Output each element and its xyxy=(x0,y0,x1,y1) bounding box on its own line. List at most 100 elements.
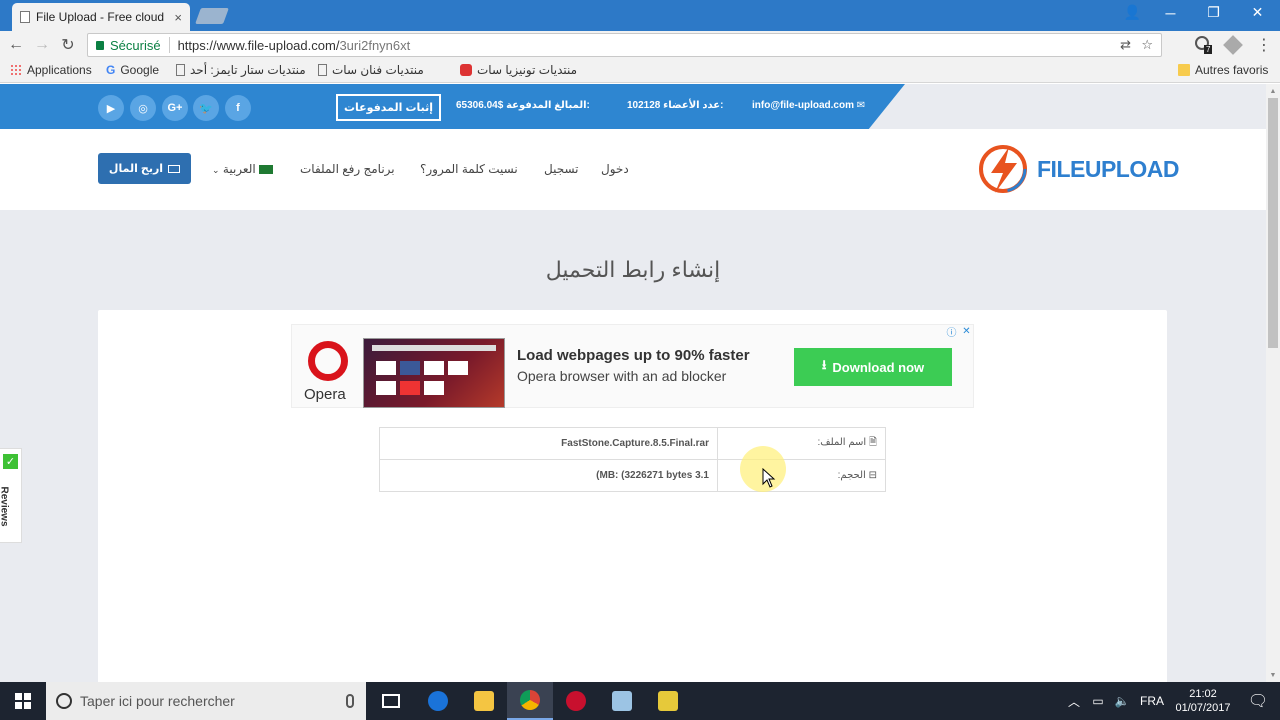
extension-icon[interactable]: 7 xyxy=(1195,36,1213,54)
bookmark-apps[interactable]: Applications xyxy=(10,63,92,77)
file-icon: 🗎 xyxy=(868,437,877,448)
url-path: 3uri2fnyn6xt xyxy=(339,37,411,53)
ad-image-tile xyxy=(376,361,396,375)
ad-controls: ⓘ ✕ xyxy=(945,325,973,339)
address-bar[interactable]: Sécurisé https://www.file-upload.com/ 3u… xyxy=(87,33,1162,57)
instagram-icon[interactable]: ◎ xyxy=(130,95,156,121)
bookmark-item[interactable]: منتديات تونيزيا سات xyxy=(460,63,577,77)
file-size-value: (MB: (3226271 bytes 3.1 xyxy=(379,459,718,492)
windows-logo-icon xyxy=(15,693,31,709)
youtube-icon[interactable]: ▶ xyxy=(98,95,124,121)
microphone-icon[interactable] xyxy=(346,694,354,708)
ad-info-icon[interactable]: ⓘ xyxy=(945,325,958,339)
browser-tab-strip: File Upload - Free cloud × 👤 ─ ❐ ✕ xyxy=(0,0,1280,31)
page-icon xyxy=(20,11,30,23)
bookmark-item[interactable]: منتديات ستار تايمز: أحد xyxy=(176,63,306,77)
contact-email[interactable]: info@file-upload.com ✉ xyxy=(752,100,865,111)
clock[interactable]: 21:02 01/07/2017 xyxy=(1170,687,1236,715)
nav-forgot-password[interactable]: نسيت كلمة المرور؟ xyxy=(420,162,518,176)
ad-image-bar xyxy=(372,345,496,351)
extension-badge: 7 xyxy=(1204,45,1213,54)
taskbar-search-input[interactable]: Taper ici pour rechercher xyxy=(46,682,366,720)
reviews-widget[interactable]: ✓ Reviews xyxy=(0,448,22,543)
ad-headline: Load webpages up to 90% faster xyxy=(517,347,750,364)
bookmark-google[interactable]: G Google xyxy=(106,63,159,77)
start-button[interactable] xyxy=(0,682,46,720)
download-label: Download now xyxy=(832,359,925,375)
notepad-icon[interactable] xyxy=(599,682,645,720)
chevron-up-icon[interactable]: ︿ xyxy=(1062,693,1086,710)
file-explorer-icon[interactable] xyxy=(461,682,507,720)
notifications-icon[interactable]: 🗨 xyxy=(1236,691,1280,711)
tab-title: File Upload - Free cloud xyxy=(36,10,165,24)
vertical-scrollbar[interactable]: ▲ ▼ xyxy=(1266,84,1280,682)
tab-close-icon[interactable]: × xyxy=(174,10,182,25)
creative-cloud-icon[interactable] xyxy=(553,682,599,720)
bookmark-item[interactable]: منتديات فنان سات xyxy=(318,63,424,77)
members-count: 102128 عدد الأعضاء: xyxy=(627,100,724,111)
nav-login[interactable]: دخول xyxy=(601,162,629,176)
language-indicator[interactable]: FRA xyxy=(1134,694,1170,708)
table-row: (MB: (3226271 bytes 3.1 ⊟ الحجم: xyxy=(379,459,886,492)
file-name-value: FastStone.Capture.8.5.Final.rar xyxy=(379,427,718,460)
envelope-icon: ✉ xyxy=(856,100,866,111)
payment-proof-button[interactable]: إثبات المدفوعات xyxy=(336,94,441,121)
minimize-button[interactable]: ─ xyxy=(1148,0,1193,25)
secure-indicator[interactable]: Sécurisé xyxy=(96,38,161,53)
volume-icon[interactable]: 🔈 xyxy=(1110,694,1134,708)
ad-close-icon[interactable]: ✕ xyxy=(960,325,973,338)
capture-app-icon[interactable] xyxy=(645,682,691,720)
reviews-label: Reviews xyxy=(0,486,10,527)
reload-icon[interactable]: ↻ xyxy=(58,35,78,55)
network-icon[interactable]: ▭ xyxy=(1086,694,1110,708)
label-text: الحجم: xyxy=(837,470,866,481)
restore-button[interactable]: ❐ xyxy=(1191,0,1236,25)
language-selector[interactable]: ⌄ العربية xyxy=(212,162,274,176)
scroll-thumb[interactable] xyxy=(1268,98,1278,348)
opera-advertisement[interactable]: ⓘ ✕ Opera Load webpages up to 90% faster… xyxy=(291,324,974,408)
scroll-down-icon[interactable]: ▼ xyxy=(1266,668,1280,682)
site-icon xyxy=(460,64,472,76)
page-icon xyxy=(318,64,327,76)
logo-text: FILEUPLOAD xyxy=(1037,156,1179,182)
url-host: https://www.file-upload.com/ xyxy=(177,37,340,53)
cortana-icon xyxy=(56,693,72,709)
file-info-table: FastStone.Capture.8.5.Final.rar 🗎 اسم ال… xyxy=(379,427,886,492)
extension-cube-icon[interactable] xyxy=(1223,35,1243,55)
edge-icon[interactable] xyxy=(415,682,461,720)
apps-grid-icon xyxy=(10,64,22,76)
bookmark-other[interactable]: Autres favoris xyxy=(1178,63,1268,77)
forward-arrow-icon[interactable]: → xyxy=(32,35,52,55)
translate-icon[interactable]: ⇄ xyxy=(1120,37,1131,53)
browser-tab-active[interactable]: File Upload - Free cloud × xyxy=(12,3,190,31)
nav-register[interactable]: تسجيل xyxy=(544,162,579,176)
earn-money-button[interactable]: اربح المال xyxy=(98,153,191,184)
top-info-bar: ▶ ◎ G+ 🐦 f إثبات المدفوعات 65306.04$ الم… xyxy=(0,84,1266,129)
bookmark-label: Autres favoris xyxy=(1195,63,1269,77)
lock-icon xyxy=(96,40,104,50)
ad-download-button[interactable]: ⭳ Download now xyxy=(794,348,952,386)
page-icon xyxy=(176,64,185,76)
ad-image-tile xyxy=(448,361,468,375)
menu-dots-icon[interactable]: ⋮ xyxy=(1256,35,1272,55)
facebook-icon[interactable]: f xyxy=(225,95,251,121)
nav-upload-program[interactable]: برنامج رفع الملفات xyxy=(300,162,395,176)
chrome-icon[interactable] xyxy=(507,682,553,720)
language-label: العربية xyxy=(222,162,256,176)
clock-time: 21:02 xyxy=(1189,688,1217,700)
task-view-icon[interactable] xyxy=(368,682,414,720)
new-tab-button[interactable] xyxy=(195,8,229,24)
google-plus-icon[interactable]: G+ xyxy=(162,95,188,121)
twitter-icon[interactable]: 🐦 xyxy=(193,95,219,121)
email-text: info@file-upload.com xyxy=(752,100,854,111)
ad-image-tile xyxy=(400,381,420,395)
bookmark-star-icon[interactable]: ☆ xyxy=(1141,37,1153,53)
scroll-up-icon[interactable]: ▲ xyxy=(1266,84,1280,98)
divider xyxy=(168,37,170,53)
table-row: FastStone.Capture.8.5.Final.rar 🗎 اسم ال… xyxy=(379,427,886,460)
web-page: ▶ ◎ G+ 🐦 f إثبات المدفوعات 65306.04$ الم… xyxy=(0,84,1266,682)
close-window-button[interactable]: ✕ xyxy=(1235,0,1280,25)
checkmark-icon: ✓ xyxy=(3,454,18,469)
back-arrow-icon[interactable]: ← xyxy=(6,35,26,55)
address-bar-row: ← → ↻ Sécurisé https://www.file-upload.c… xyxy=(0,31,1280,59)
